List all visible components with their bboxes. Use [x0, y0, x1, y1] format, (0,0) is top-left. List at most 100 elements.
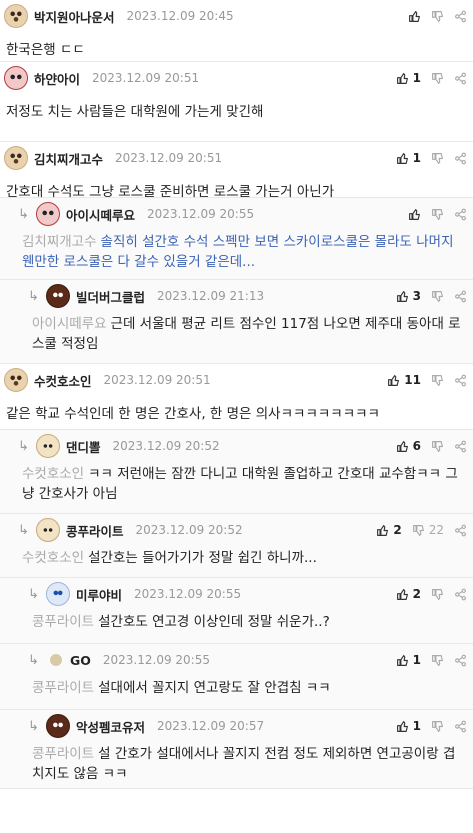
share-icon	[454, 72, 467, 85]
comment-text: 한국은행 ㄷㄷ	[6, 42, 85, 58]
mention-target[interactable]: 콩푸라이트	[32, 680, 94, 696]
comment-item: ↳ 악성펨코유저 2023.12.09 20:57 1 콩푸라이트 설 간호가 설대에서나…	[0, 710, 473, 789]
share-icon	[454, 374, 467, 387]
like-count: 2	[412, 587, 421, 601]
share-button[interactable]	[454, 208, 467, 221]
comment-actions: 1	[396, 719, 467, 733]
avatar[interactable]	[46, 284, 70, 308]
thumbs-up-icon	[387, 374, 400, 387]
comment-timestamp: 2023.12.09 20:52	[135, 523, 243, 537]
comment-header: 박지원아나운서 2023.12.09 20:45	[4, 2, 469, 30]
mention-target[interactable]: 아이시떼루요	[32, 316, 107, 332]
like-button[interactable]: 6	[396, 439, 421, 453]
share-button[interactable]	[454, 524, 467, 537]
share-button[interactable]	[454, 720, 467, 733]
dislike-button[interactable]	[431, 290, 444, 303]
author-nickname[interactable]: 댄디뽈	[66, 437, 101, 456]
comment-header: 하얀아이 2023.12.09 20:51 1	[4, 64, 469, 92]
avatar[interactable]	[36, 434, 60, 458]
comment-item: ↳ 아이시떼루요 2023.12.09 20:55 김치찌개고수 솔직히 설간호 수석 …	[0, 198, 473, 280]
avatar[interactable]	[46, 714, 70, 738]
thumbs-up-icon	[396, 72, 409, 85]
author-nickname[interactable]: 미루야비	[76, 585, 122, 604]
thumbs-down-icon	[431, 10, 444, 23]
thumbs-down-icon	[431, 72, 444, 85]
comment-timestamp: 2023.12.09 20:51	[103, 373, 211, 387]
like-button[interactable]: 2	[376, 523, 402, 537]
share-button[interactable]	[454, 440, 467, 453]
comment-item: ↳ GO 2023.12.09 20:55 1 콩푸라이트 설대에서 꼴지지 연고랑도 잘…	[0, 644, 473, 710]
share-button[interactable]	[454, 152, 467, 165]
like-button[interactable]: 1	[396, 719, 421, 733]
avatar[interactable]	[4, 368, 28, 392]
dislike-button[interactable]	[431, 10, 444, 23]
like-count: 6	[412, 439, 421, 453]
comment-timestamp: 2023.12.09 20:51	[92, 71, 200, 85]
comment-header: ↳ 아이시떼루요 2023.12.09 20:55	[18, 200, 469, 228]
author-nickname[interactable]: 김치찌개고수	[34, 149, 103, 168]
dislike-button[interactable]	[431, 152, 444, 165]
mention-target[interactable]: 콩푸라이트	[32, 614, 94, 630]
share-icon	[454, 720, 467, 733]
comment-header: 수컷호소인 2023.12.09 20:51 11	[4, 366, 469, 394]
dislike-button[interactable]	[431, 588, 444, 601]
like-button[interactable]: 1	[396, 151, 421, 165]
avatar[interactable]	[50, 654, 62, 666]
comment-text: 설 간호가 설대에서나 꼴지지 전컴 정도 제외하면 연고공이랑 겹치지도 않음…	[32, 746, 456, 782]
dislike-button[interactable]	[431, 720, 444, 733]
dislike-button[interactable]: 22	[412, 523, 444, 537]
author-nickname[interactable]: 박지원아나운서	[34, 7, 115, 26]
thumbs-down-icon	[431, 720, 444, 733]
like-button[interactable]: 1	[396, 71, 421, 85]
mention-target[interactable]: 수컷호소인	[22, 466, 84, 482]
author-nickname[interactable]: 콩푸라이트	[66, 521, 124, 540]
author-nickname[interactable]: 빌더버그클럽	[76, 287, 145, 306]
share-button[interactable]	[454, 72, 467, 85]
dislike-button[interactable]	[431, 208, 444, 221]
comment-item: 하얀아이 2023.12.09 20:51 1 저정도 치는 사람들은 대학원에 가는…	[0, 62, 473, 142]
dislike-button[interactable]	[431, 72, 444, 85]
dislike-button[interactable]	[431, 440, 444, 453]
author-nickname[interactable]: 아이시떼루요	[66, 205, 135, 224]
author-nickname[interactable]: 수컷호소인	[34, 371, 92, 390]
comment-actions: 3	[396, 289, 467, 303]
comment-actions: 1	[396, 71, 467, 85]
author-nickname[interactable]: 하얀아이	[34, 69, 80, 88]
like-count: 1	[412, 719, 421, 733]
comment-timestamp: 2023.12.09 20:51	[115, 151, 223, 165]
dislike-button[interactable]	[431, 654, 444, 667]
author-nickname[interactable]: 악성펨코유저	[76, 717, 145, 736]
mention-target[interactable]: 콩푸라이트	[32, 746, 94, 762]
mention-target[interactable]: 수컷호소인	[22, 550, 84, 566]
like-button[interactable]: 2	[396, 587, 421, 601]
mention-target[interactable]: 김치찌개고수	[22, 234, 97, 250]
avatar[interactable]	[4, 146, 28, 170]
comment-header: ↳ 콩푸라이트 2023.12.09 20:52 2 22	[18, 516, 469, 544]
share-button[interactable]	[454, 588, 467, 601]
avatar[interactable]	[4, 4, 28, 28]
like-button[interactable]	[408, 10, 421, 23]
share-button[interactable]	[454, 374, 467, 387]
share-button[interactable]	[454, 10, 467, 23]
comment-body: 한국은행 ㄷㄷ	[4, 40, 469, 60]
like-button[interactable]: 3	[396, 289, 421, 303]
reply-arrow-icon: ↳	[28, 586, 39, 602]
comment-item: ↳ 빌더버그클럽 2023.12.09 21:13 3 아이시떼루요 근데 서울대 평균 …	[0, 280, 473, 364]
author-nickname[interactable]: GO	[70, 653, 91, 668]
avatar[interactable]	[46, 582, 70, 606]
share-button[interactable]	[454, 290, 467, 303]
comment-actions: 1	[396, 151, 467, 165]
like-button[interactable]: 1	[396, 653, 421, 667]
comment-timestamp: 2023.12.09 20:55	[147, 207, 255, 221]
like-button[interactable]: 11	[387, 373, 421, 387]
like-count: 11	[404, 373, 421, 387]
like-button[interactable]	[408, 208, 421, 221]
comment-actions: 2 22	[376, 523, 467, 537]
dislike-button[interactable]	[431, 374, 444, 387]
avatar[interactable]	[36, 202, 60, 226]
share-button[interactable]	[454, 654, 467, 667]
avatar[interactable]	[4, 66, 28, 90]
avatar[interactable]	[36, 518, 60, 542]
share-icon	[454, 524, 467, 537]
comment-item: 박지원아나운서 2023.12.09 20:45 한국은행 ㄷㄷ	[0, 0, 473, 62]
